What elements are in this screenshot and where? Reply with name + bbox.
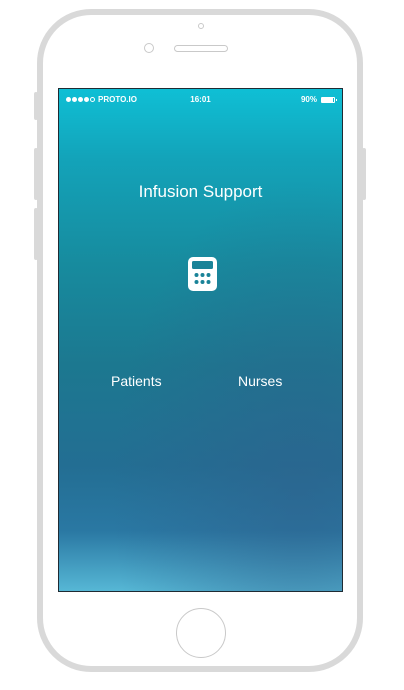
home-button[interactable] [176, 608, 226, 658]
volume-down-button [34, 208, 38, 260]
battery-icon [321, 96, 337, 103]
app-screen: PROTO.IO 16:01 90% Infusion Support Pati… [58, 88, 343, 592]
app-title: Infusion Support [138, 182, 263, 201]
status-bar: PROTO.IO 16:01 90% [59, 89, 342, 109]
carrier-name: PROTO.IO [98, 95, 137, 104]
patients-link[interactable]: Patients [111, 373, 162, 389]
signal-dot [72, 97, 77, 102]
signal-dot [78, 97, 83, 102]
nurses-link[interactable]: Nurses [238, 373, 282, 389]
signal-dot [84, 97, 89, 102]
front-camera [144, 43, 154, 53]
battery-status: 90% [300, 95, 337, 104]
battery-percentage: 90% [300, 95, 317, 104]
mute-switch [34, 92, 38, 120]
signal-dot [90, 97, 95, 102]
signal-dot [66, 97, 71, 102]
volume-up-button [34, 148, 38, 200]
proximity-sensor [198, 23, 204, 29]
earpiece-speaker [174, 45, 228, 52]
power-button [362, 148, 366, 200]
calculator-icon [188, 257, 217, 291]
signal-strength-icon [66, 97, 95, 102]
carrier-info: PROTO.IO [66, 95, 137, 104]
